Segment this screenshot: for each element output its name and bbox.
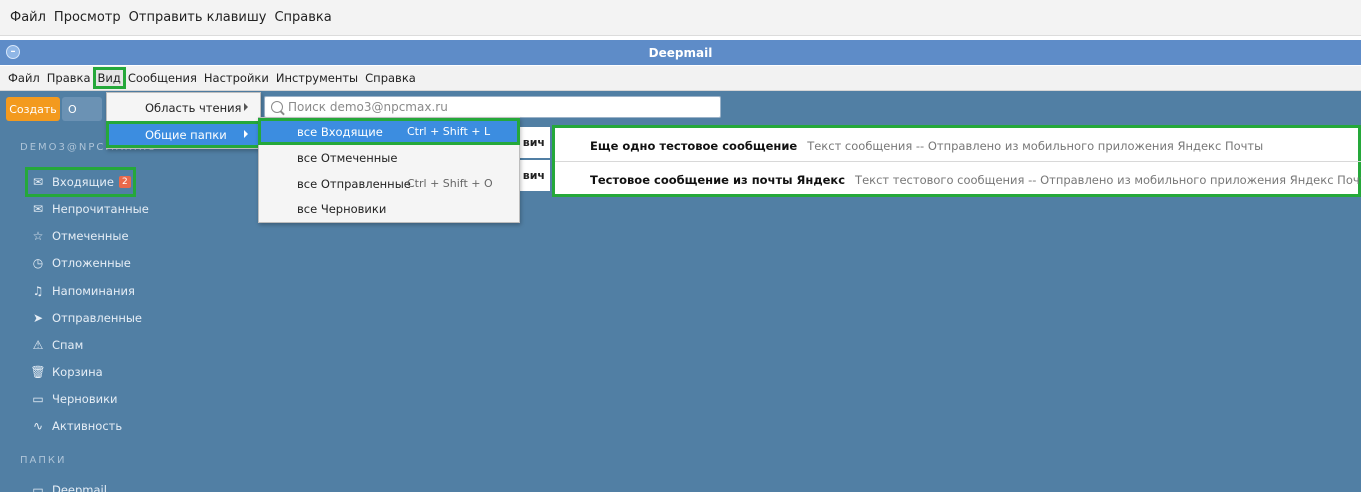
vnc-menu-help[interactable]: Справка	[274, 10, 331, 25]
create-button[interactable]: Создать	[6, 97, 60, 121]
window-menu-icon[interactable]: –	[6, 45, 20, 59]
view-menu-dropdown: Область чтения Общие папки	[106, 92, 261, 149]
submenu-arrow-icon	[244, 130, 248, 138]
bell-icon: ♫	[32, 284, 44, 298]
menu-item-label: все Отправленные	[297, 176, 411, 191]
folder-label: Отмеченные	[52, 229, 129, 243]
menu-edit[interactable]: Правка	[44, 69, 94, 87]
send-icon: ➤	[32, 311, 44, 325]
vnc-menu-view[interactable]: Просмотр	[54, 10, 121, 25]
folder-label: Отложенные	[52, 256, 131, 270]
menu-tools[interactable]: Инструменты	[273, 69, 361, 87]
folder-sent[interactable]: ➤ Отправленные	[30, 308, 142, 328]
folder-reminders[interactable]: ♫ Напоминания	[30, 281, 135, 301]
folder-label: Черновики	[52, 392, 118, 406]
folder-activity[interactable]: ∿ Активность	[30, 416, 122, 436]
menu-item-label: все Черновики	[297, 201, 387, 216]
menu-messages[interactable]: Сообщения	[125, 69, 200, 87]
folder-label: Напоминания	[52, 284, 135, 298]
spam-icon: ⚠	[32, 338, 44, 352]
inbox-icon: ✉	[32, 175, 44, 189]
shared-folders-submenu: все Входящие Ctrl + Shift + L все Отмече…	[258, 117, 520, 223]
toolbar-button[interactable]: О	[62, 97, 102, 121]
folder-drafts[interactable]: ▭ Черновики	[30, 389, 118, 409]
vnc-menubar: Файл Просмотр Отправить клавишу Справка	[0, 0, 1361, 36]
view-menu-reading-pane[interactable]: Область чтения	[107, 95, 260, 120]
message-preview: Текст сообщения -- Отправлено из мобильн…	[807, 139, 1264, 153]
folder-spam[interactable]: ⚠ Спам	[30, 335, 84, 355]
folder-trash[interactable]: 🗑 Корзина	[30, 362, 103, 382]
draft-icon: ▭	[32, 392, 44, 406]
window-titlebar: – Deepmail	[0, 40, 1361, 65]
folder-starred[interactable]: ☆ Отмеченные	[30, 226, 129, 246]
message-preview: Текст тестового сообщения -- Отправлено …	[855, 172, 1361, 187]
search-icon	[271, 101, 283, 113]
submenu-all-starred[interactable]: все Отмеченные	[259, 145, 519, 170]
submenu-arrow-icon	[244, 103, 248, 111]
clock-icon: ◷	[32, 256, 44, 270]
message-row[interactable]: Еще одно тестовое сообщение Текст сообще…	[555, 131, 1361, 162]
menu-item-label: все Входящие	[297, 124, 383, 139]
folder-label: Входящие	[52, 175, 114, 189]
menu-item-label: Общие папки	[145, 127, 227, 142]
message-list: Еще одно тестовое сообщение Текст сообще…	[552, 125, 1361, 197]
folder-unread[interactable]: ✉ Непрочитанные	[30, 199, 149, 219]
menu-help[interactable]: Справка	[362, 69, 419, 87]
app-menubar: Файл Правка Вид Сообщения Настройки Инст…	[0, 66, 1361, 91]
menu-view[interactable]: Вид	[92, 67, 126, 89]
menu-item-label: все Отмеченные	[297, 150, 398, 165]
menu-shortcut: Ctrl + Shift + O	[407, 177, 493, 190]
menu-settings[interactable]: Настройки	[201, 69, 272, 87]
section-folders-label: ПАПКИ	[20, 455, 67, 466]
folder-icon: ▭	[32, 483, 44, 492]
search-placeholder: Поиск demo3@npcmax.ru	[288, 100, 448, 114]
vnc-menu-send-key[interactable]: Отправить клавишу	[129, 10, 267, 25]
message-subject: Тестовое сообщение из почты Яндекс	[590, 172, 846, 187]
folder-label: Отправленные	[52, 311, 143, 325]
menu-item-label: Область чтения	[145, 100, 242, 115]
view-menu-shared-folders[interactable]: Общие папки	[106, 121, 261, 148]
folder-deepmail[interactable]: ▭ Deepmail	[30, 480, 107, 492]
window-title: Deepmail	[648, 45, 713, 60]
folder-label: Непрочитанные	[52, 202, 149, 216]
unread-icon: ✉	[32, 202, 44, 216]
folder-label: Активность	[52, 419, 123, 433]
submenu-all-drafts[interactable]: все Черновики	[259, 196, 519, 221]
star-icon: ☆	[32, 229, 44, 243]
vnc-menu-file[interactable]: Файл	[10, 10, 46, 25]
menu-shortcut: Ctrl + Shift + L	[407, 125, 491, 138]
trash-icon: 🗑	[30, 365, 46, 379]
folder-label: Спам	[52, 338, 84, 352]
submenu-all-sent[interactable]: все Отправленные Ctrl + Shift + O	[259, 171, 519, 196]
folder-label: Deepmail	[52, 483, 107, 492]
activity-icon: ∿	[32, 419, 44, 433]
search-input[interactable]: Поиск demo3@npcmax.ru	[264, 96, 721, 118]
folder-snoozed[interactable]: ◷ Отложенные	[30, 253, 131, 273]
submenu-all-inbox[interactable]: все Входящие Ctrl + Shift + L	[258, 118, 520, 145]
message-subject: Еще одно тестовое сообщение	[590, 139, 798, 153]
folder-label: Корзина	[52, 365, 103, 379]
message-row[interactable]: Тестовое сообщение из почты Яндекс Текст…	[555, 164, 1361, 195]
folder-inbox[interactable]: ✉ Входящие 2	[25, 167, 136, 197]
unread-badge: 2	[118, 176, 131, 188]
menu-file[interactable]: Файл	[5, 69, 43, 87]
